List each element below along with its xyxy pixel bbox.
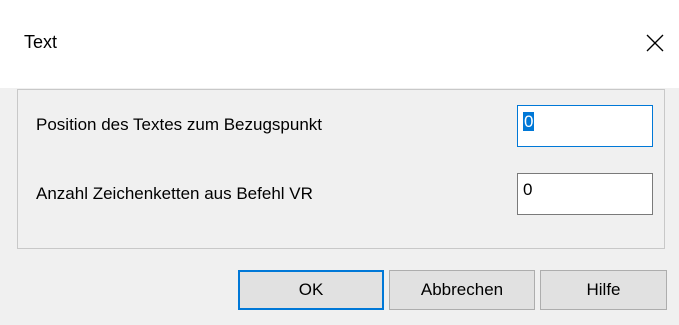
help-button[interactable]: Hilfe xyxy=(540,270,667,310)
string-count-input-value: 0 xyxy=(523,180,533,199)
string-count-input[interactable]: 0 xyxy=(517,173,653,215)
position-input-value: 0 xyxy=(523,112,535,131)
string-count-label: Anzahl Zeichenketten aus Befehl VR xyxy=(36,184,313,203)
position-input[interactable]: 0 xyxy=(517,105,653,147)
position-label: Position des Textes zum Bezugspunkt xyxy=(36,115,323,134)
text-dialog: Text Position des Textes zum Bezugspunkt… xyxy=(0,0,679,325)
close-icon xyxy=(646,34,664,52)
close-button[interactable] xyxy=(634,22,674,62)
ok-button[interactable]: OK xyxy=(238,270,384,310)
cancel-button[interactable]: Abbrechen xyxy=(389,270,535,310)
dialog-title: Text xyxy=(24,32,58,52)
title-bar: Text xyxy=(0,0,679,88)
